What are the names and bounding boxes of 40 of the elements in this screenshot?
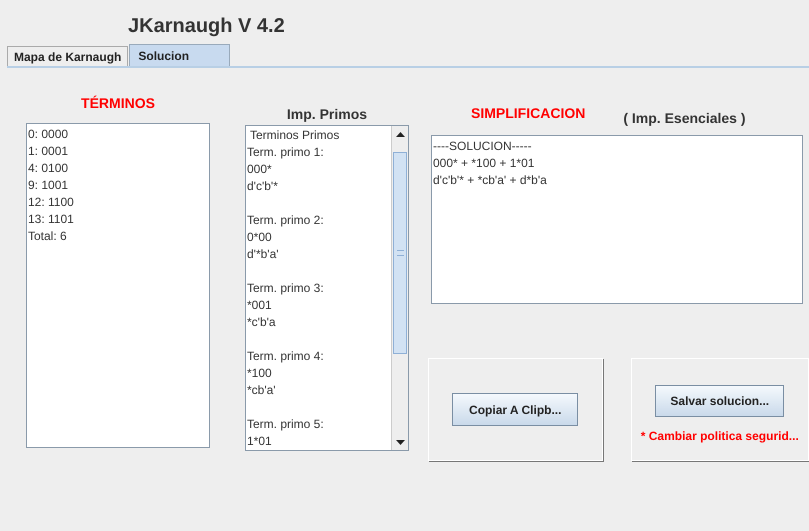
- solution-box[interactable]: ----SOLUCION----- 000* + *100 + 1*01 d'c'b'* + *cb'a' + d*b'a: [431, 135, 803, 304]
- list-line: 000*: [247, 161, 272, 178]
- list-line: Term. primo 4:: [247, 348, 324, 365]
- esenciales-heading: ( Imp. Esenciales ): [623, 110, 746, 128]
- list-line: Term. primo 1:: [247, 144, 324, 161]
- solution-line: ----SOLUCION-----: [433, 138, 532, 155]
- warning-text: * Cambiar politica segurid...: [640, 429, 799, 443]
- scroll-thumb[interactable]: [393, 152, 407, 354]
- list-line: d'*b'a': [247, 246, 279, 263]
- solution-line: 000* + *100 + 1*01: [433, 155, 534, 172]
- scrollbar[interactable]: [391, 126, 408, 450]
- simplificacion-heading: SIMPLIFICACION: [471, 105, 586, 123]
- list-line: Term. primo 5:: [247, 416, 324, 433]
- list-line: 1*01: [247, 433, 272, 450]
- primos-heading: Imp. Primos: [286, 106, 368, 124]
- list-line: *001: [247, 297, 272, 314]
- list-line: *c'b'a: [247, 314, 276, 331]
- list-line: 9: 1001: [28, 177, 68, 194]
- list-line: *cb'a': [247, 382, 276, 399]
- list-line: 4: 0100: [28, 160, 68, 177]
- app-title: JKarnaugh V 4.2: [128, 14, 285, 39]
- list-line: 0: 0000: [28, 126, 68, 143]
- terminos-heading: TÉRMINOS: [81, 95, 155, 113]
- primes-list[interactable]: Terminos Primos Term. primo 1: 000* d'c'b'* Term. primo 2: 0*00 d'*b'a' Term. primo 3: *001 *c'b'a Term. primo 4: *100 *cb'a' Term. primo 5: 1*01: [245, 125, 409, 451]
- terms-list[interactable]: 0: 0000 1: 0001 4: 0100 9: 1001 12: 1100 13: 1101 Total: 6: [26, 123, 210, 448]
- list-line: 12: 1100: [28, 194, 74, 211]
- solution-line: d'c'b'* + *cb'a' + d*b'a: [433, 172, 547, 189]
- list-header: Terminos Primos: [249, 127, 340, 144]
- list-line: *100: [247, 365, 272, 382]
- list-line: 13: 1101: [28, 211, 74, 228]
- list-line: d'c'b'*: [247, 178, 278, 195]
- list-line: 0*00: [247, 229, 272, 246]
- list-line: Total: 6: [28, 228, 67, 245]
- tab[interactable]: Mapa de Karnaugh: [7, 46, 128, 66]
- list-line: 1: 0001: [28, 143, 68, 160]
- tab[interactable]: Solucion: [129, 44, 230, 66]
- copy-button[interactable]: Copiar A Clipb...: [452, 393, 578, 426]
- list-line: Term. primo 2:: [247, 212, 324, 229]
- save-button[interactable]: Salvar solucion...: [655, 385, 784, 417]
- list-line: Term. primo 3:: [247, 280, 324, 297]
